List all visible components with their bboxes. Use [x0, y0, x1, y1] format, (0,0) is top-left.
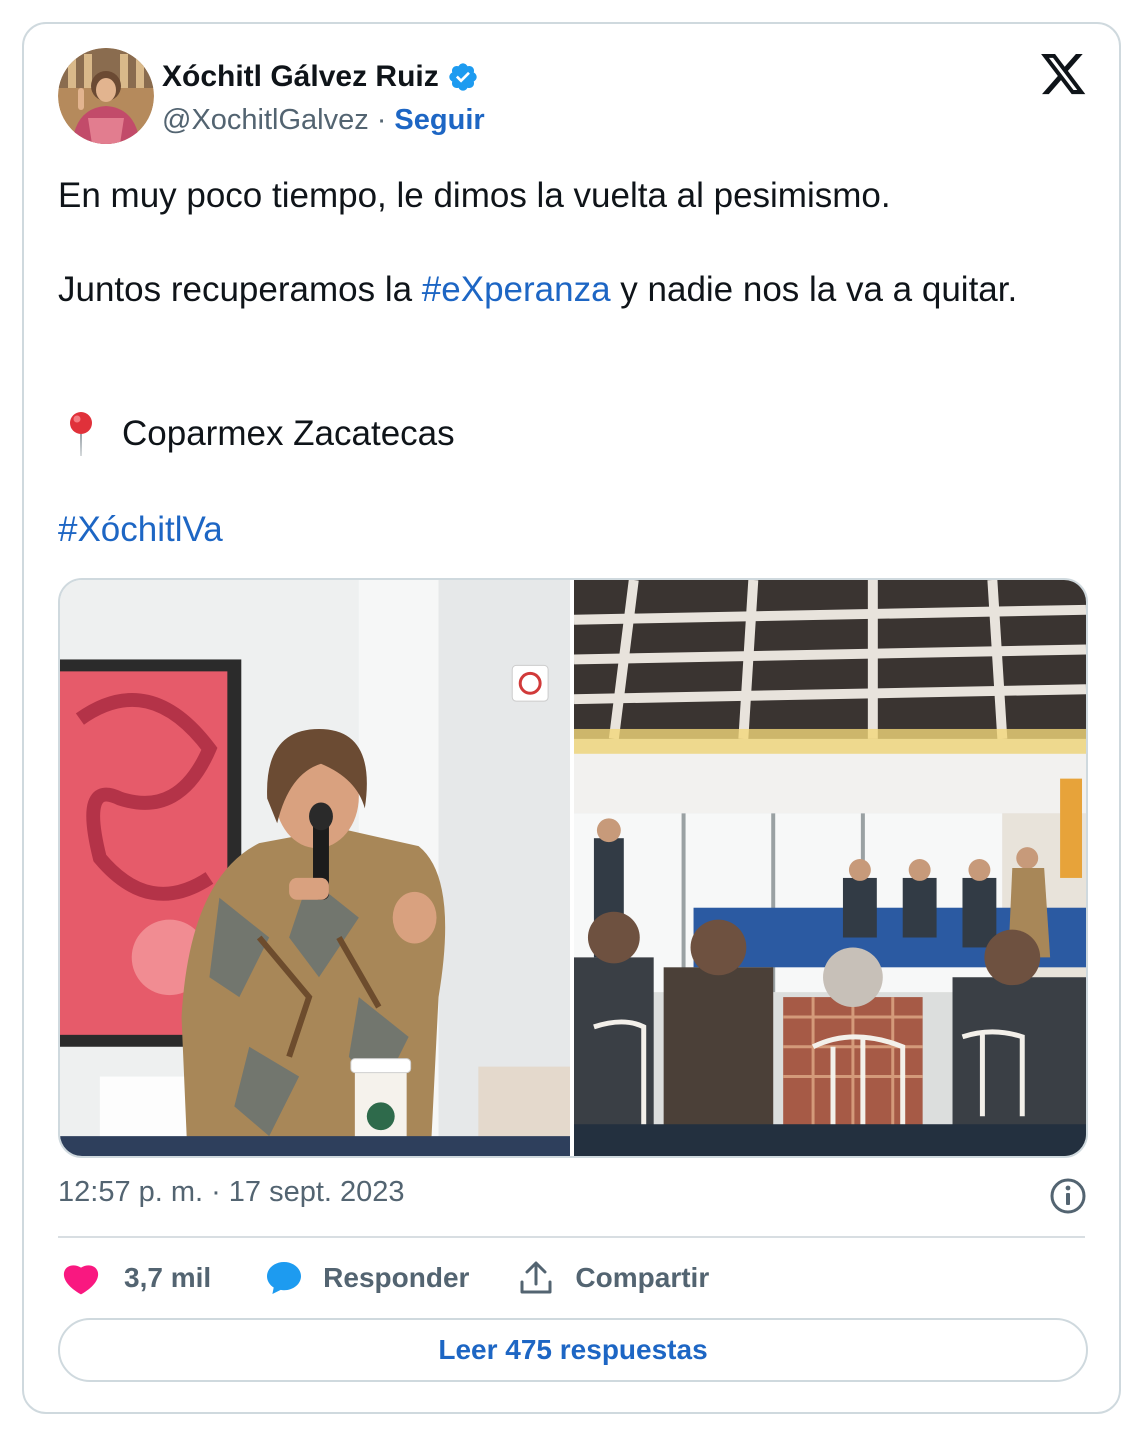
divider	[58, 1236, 1085, 1238]
tweet-location-line: Coparmex Zacatecas	[58, 410, 1088, 458]
share-label: Compartir	[575, 1262, 710, 1293]
reply-label: Responder	[323, 1262, 470, 1293]
author-name-row: Xóchitl Gálvez Ruiz	[162, 60, 479, 94]
tweet-time: 12:57 p. m.	[58, 1176, 204, 1208]
meeting-room-photo[interactable]	[574, 580, 1086, 1156]
speech-bubble-icon	[267, 1262, 302, 1294]
x-logo-icon[interactable]	[1041, 54, 1087, 96]
author-handle-row: @XochitlGalvez · Seguir	[162, 104, 485, 137]
tweet-text-segment: y nadie nos la va a quitar.	[610, 270, 1018, 309]
verified-badge-icon	[449, 63, 477, 91]
separator-dot: ·	[211, 1176, 221, 1208]
hashtag-experanza-link[interactable]: #eXperanza	[422, 270, 611, 309]
like-button[interactable]: 3,7 mil	[58, 1261, 211, 1295]
separator-dot: ·	[376, 104, 387, 136]
tweet-text-line-1: En muy poco tiempo, le dimos la vuelta a…	[58, 176, 891, 215]
like-count: 3,7 mil	[124, 1262, 212, 1293]
tweet-media-grid	[58, 578, 1088, 1158]
tweet-timestamp[interactable]: 12:57 p. m. · 17 sept. 2023	[58, 1176, 405, 1209]
tweet-actions-bar: 3,7 mil Responder Compartir	[58, 1252, 709, 1304]
location-text: Coparmex Zacatecas	[122, 414, 455, 453]
avatar[interactable]	[58, 48, 154, 144]
author-handle[interactable]: @XochitlGalvez	[162, 104, 369, 137]
woman-speaking-photo[interactable]	[60, 580, 571, 1156]
share-upload-icon	[520, 1261, 552, 1294]
tweet-date: 17 sept. 2023	[228, 1176, 405, 1208]
share-button[interactable]: Compartir	[469, 1260, 709, 1296]
round-pushpin-icon	[70, 412, 92, 456]
hashtag-xochitlva-link[interactable]: #XóchitlVa	[58, 510, 223, 549]
tweet-hashtag-line: #XóchitlVa	[58, 506, 1088, 554]
author-name[interactable]: Xóchitl Gálvez Ruiz	[162, 60, 439, 94]
tweet-text-segment: Juntos recuperamos la	[58, 270, 422, 309]
tweet-text-line-2: Juntos recuperamos la #eXperanza y nadie…	[58, 266, 1088, 314]
read-replies-button[interactable]: Leer 475 respuestas	[58, 1318, 1088, 1382]
reply-button[interactable]: Responder	[211, 1260, 469, 1296]
heart-icon	[63, 1265, 99, 1295]
info-icon[interactable]	[1049, 1177, 1087, 1215]
tweet-card: Xóchitl Gálvez Ruiz @XochitlGalvez · Seg…	[22, 22, 1121, 1414]
follow-button[interactable]: Seguir	[394, 104, 484, 137]
